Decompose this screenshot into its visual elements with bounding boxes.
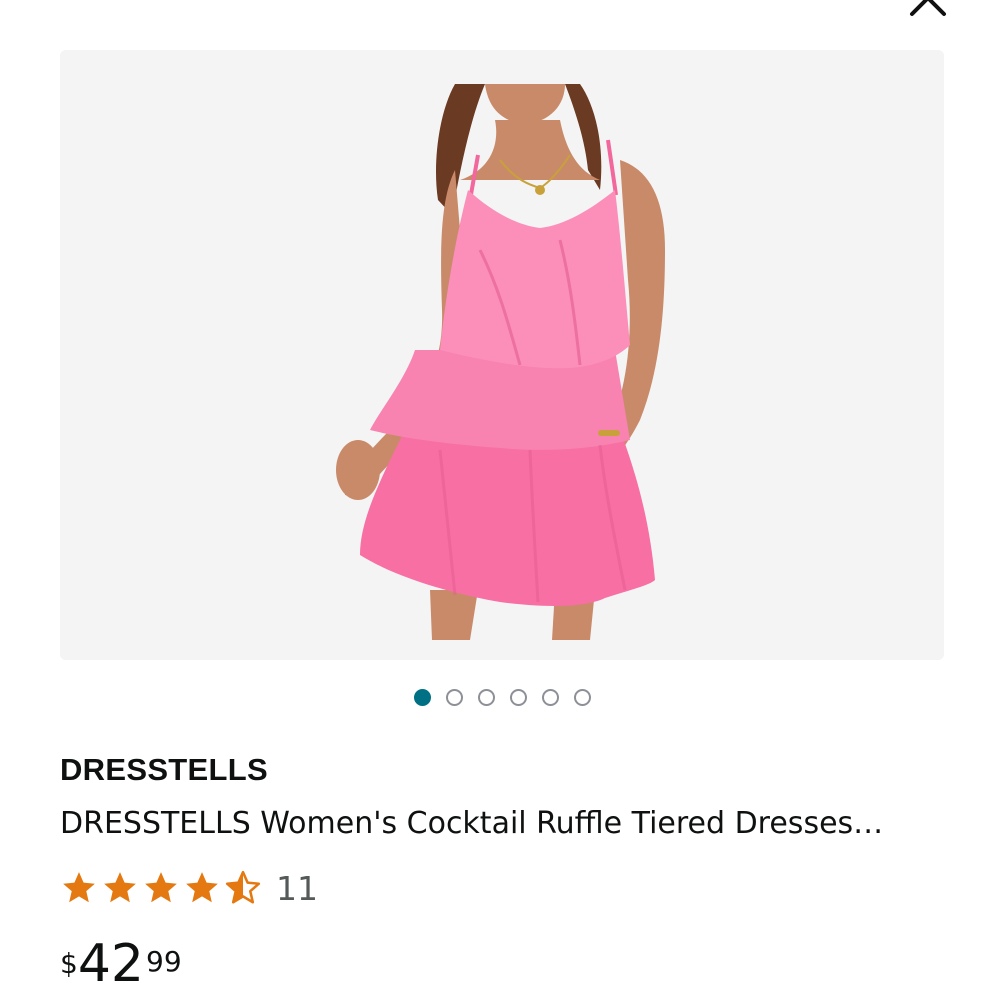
pagination-dot-6[interactable]	[573, 689, 591, 706]
star-rating	[60, 869, 262, 907]
review-count[interactable]: 11	[276, 869, 318, 908]
price: $ 42 99	[60, 934, 182, 994]
pagination-dot-1[interactable]	[413, 689, 431, 706]
product-image[interactable]	[60, 50, 944, 660]
close-button[interactable]	[900, 0, 956, 20]
pagination-dot-2[interactable]	[445, 689, 463, 706]
star-full-icon	[145, 872, 177, 903]
price-whole: 42	[77, 934, 144, 994]
pagination-dot-4[interactable]	[509, 689, 527, 706]
price-fraction: 99	[146, 945, 182, 978]
image-pagination	[0, 689, 1000, 711]
rating-row[interactable]: 11	[60, 866, 318, 910]
star-full-icon	[63, 872, 95, 903]
pagination-dot-5[interactable]	[541, 689, 559, 706]
pagination-dot-3[interactable]	[477, 689, 495, 706]
brand-name[interactable]: DRESSTELLS	[60, 752, 268, 788]
star-full-icon	[104, 872, 136, 903]
close-icon	[910, 0, 946, 16]
dress-photo	[60, 50, 944, 660]
price-symbol: $	[60, 947, 78, 980]
product-title[interactable]: DRESSTELLS Women's Cocktail Ruffle Tiere…	[60, 806, 940, 841]
star-full-icon	[186, 872, 218, 903]
star-half-icon	[225, 870, 261, 904]
product-quick-view: DRESSTELLS DRESSTELLS Women's Cocktail R…	[0, 0, 1000, 1000]
